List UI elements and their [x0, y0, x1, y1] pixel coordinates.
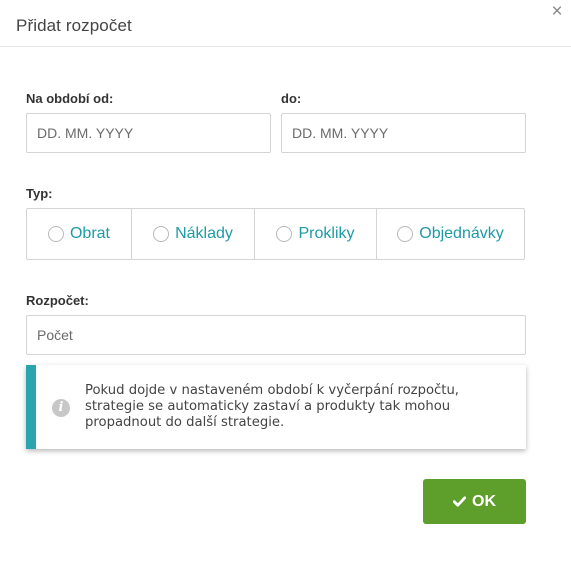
budget-label: Rozpočet:	[26, 293, 89, 308]
dialog-title: Přidat rozpočet	[16, 16, 132, 35]
type-option-naklady[interactable]: Náklady	[132, 209, 255, 259]
budget-input[interactable]	[26, 315, 526, 355]
type-option-label: Prokliky	[298, 225, 355, 242]
type-radio-group: Obrat Náklady Prokliky Objednávky	[26, 208, 525, 260]
period-to-input[interactable]	[281, 113, 526, 153]
close-icon[interactable]: ×	[549, 2, 565, 22]
type-option-label: Obrat	[69, 225, 110, 242]
period-to-label: do:	[281, 91, 302, 106]
period-from-input[interactable]	[26, 113, 271, 153]
ok-button[interactable]: OK	[423, 479, 526, 524]
type-option-label: Objednávky	[419, 225, 504, 242]
radio-button[interactable]	[276, 226, 293, 242]
info-box: i Pokud dojde v nastaveném období k vyče…	[26, 365, 526, 449]
info-icon: i	[52, 399, 70, 417]
period-from-label: Na období od:	[26, 91, 114, 106]
dialog-header: Přidat rozpočet ×	[0, 0, 571, 47]
radio-button[interactable]	[47, 226, 64, 242]
ok-button-label: OK	[472, 492, 496, 510]
type-option-label: Náklady	[175, 225, 233, 242]
type-option-objednavky[interactable]: Objednávky	[377, 209, 524, 259]
info-text: Pokud dojde v nastaveném období k vyčerp…	[85, 383, 459, 430]
type-label: Typ:	[26, 186, 53, 201]
radio-button[interactable]	[397, 226, 414, 242]
check-icon	[453, 496, 466, 507]
radio-button[interactable]	[153, 226, 170, 242]
type-option-obrat[interactable]: Obrat	[27, 209, 132, 259]
type-option-prokliky[interactable]: Prokliky	[255, 209, 377, 259]
add-budget-dialog: Přidat rozpočet × Na období od: do: Typ:…	[0, 0, 571, 566]
